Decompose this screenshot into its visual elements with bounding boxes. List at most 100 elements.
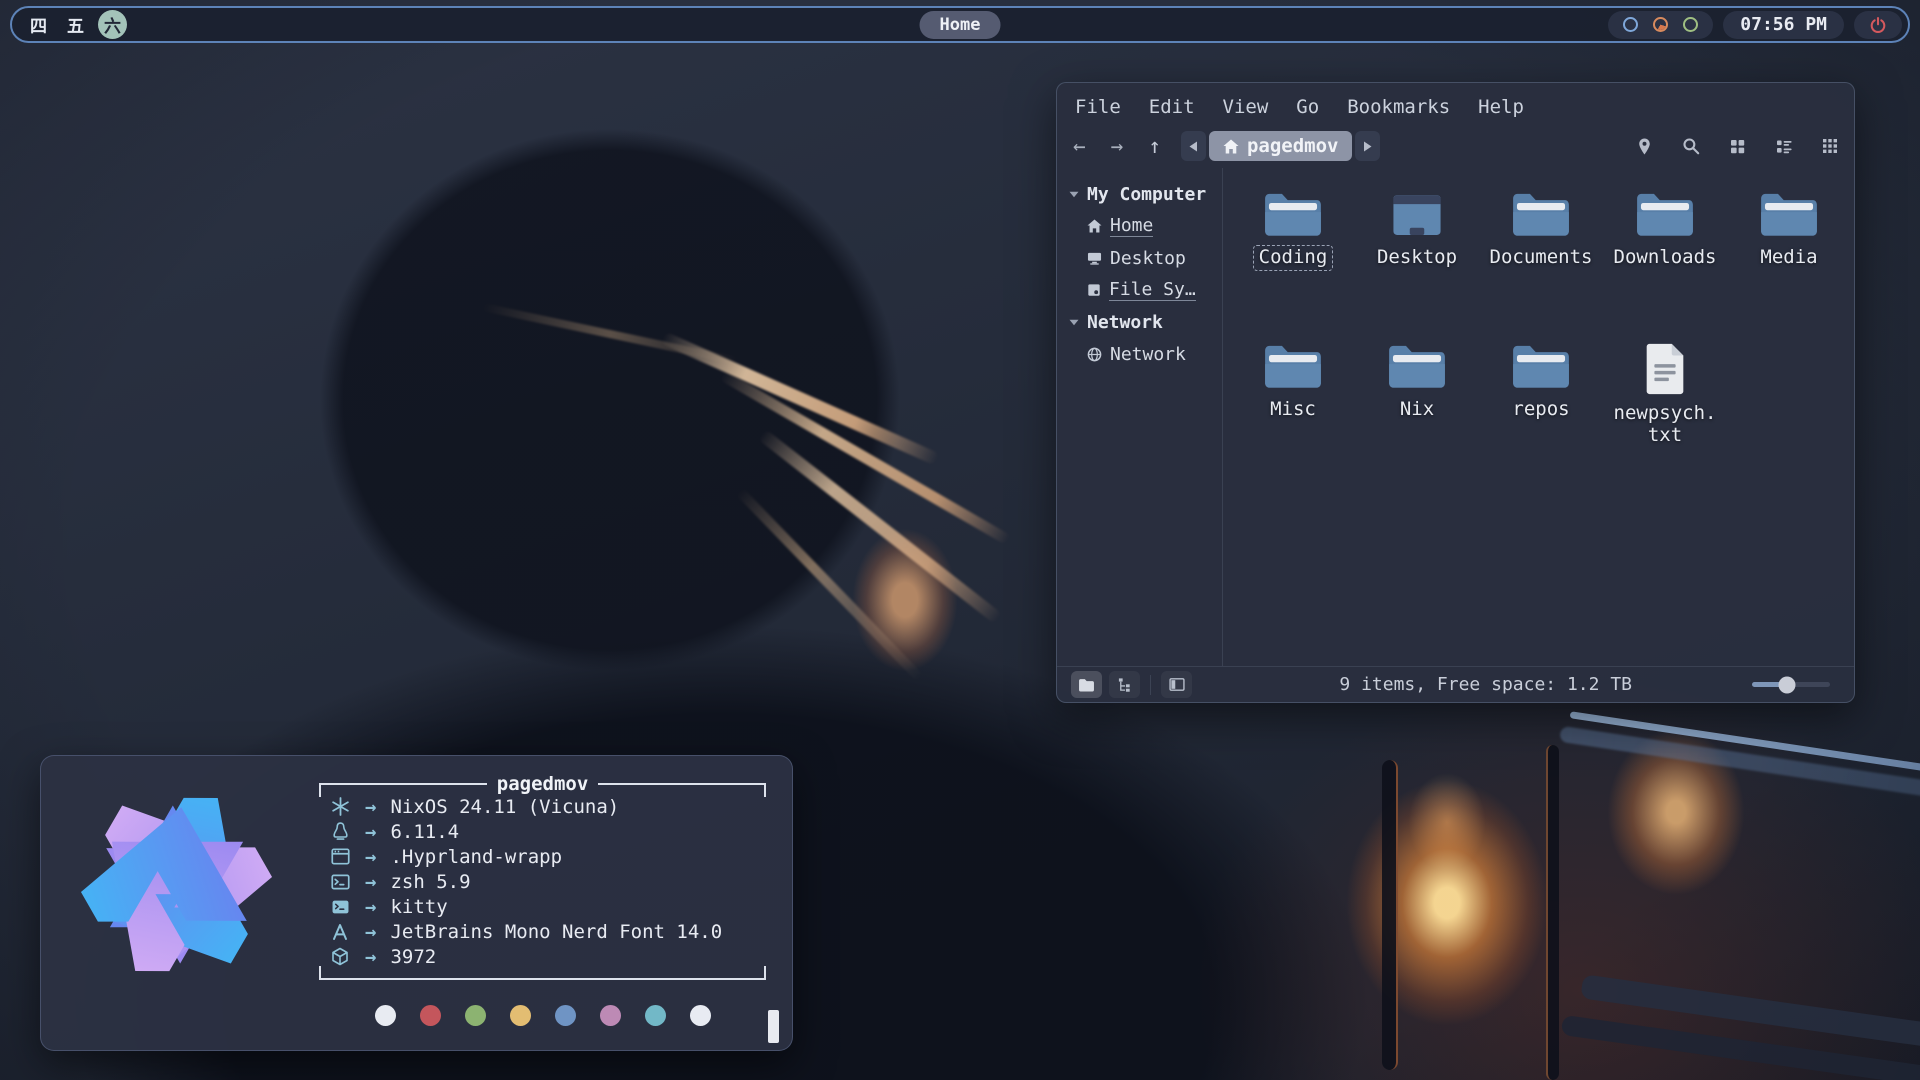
file-label: Desktop [1371, 245, 1463, 271]
breadcrumb-label: pagedmov [1247, 135, 1339, 157]
side-pane-toggle-button[interactable] [1161, 671, 1192, 698]
sidebar-item-network[interactable]: Network [1069, 338, 1222, 370]
forward-button[interactable]: → [1111, 134, 1124, 158]
file-item-downloads[interactable]: Downloads [1608, 190, 1723, 342]
fetch-row-shell: → zsh 5.9 [319, 869, 766, 894]
file-label: Documents [1484, 245, 1599, 271]
sidebar-item-home[interactable]: Home [1069, 210, 1222, 242]
menu-file[interactable]: File [1075, 96, 1121, 118]
active-window-title: Home [920, 11, 1001, 39]
folder-icon [1262, 190, 1324, 240]
fetch-frame-bottom [319, 969, 766, 989]
status-bar-fm: 9 items, Free space: 1.2 TB [1057, 666, 1854, 702]
terminal-color-palette [375, 1005, 766, 1026]
fetch-row-packages: → 3972 [319, 944, 766, 969]
palette-dot [690, 1005, 711, 1026]
terminal-app-icon [329, 900, 351, 914]
divider [1150, 675, 1151, 695]
zoom-slider-knob[interactable] [1779, 676, 1796, 693]
search-icon[interactable] [1682, 137, 1700, 155]
file-label: Misc [1264, 397, 1322, 423]
file-label: Coding [1253, 245, 1334, 271]
menu-go[interactable]: Go [1296, 96, 1319, 118]
palette-dot [465, 1005, 486, 1026]
chevron-down-icon [1069, 319, 1079, 326]
file-item-misc[interactable]: Misc [1262, 342, 1324, 494]
fetch-value-terminal: kitty [390, 896, 447, 918]
file-item-coding[interactable]: Coding [1253, 190, 1334, 342]
workspace-4[interactable]: 四 [24, 10, 53, 39]
icon-view-icon[interactable] [1729, 138, 1746, 155]
file-manager-window: File Edit View Go Bookmarks Help ← → ↑ p… [1056, 82, 1855, 703]
home-icon [1087, 219, 1102, 233]
memory-monitor-icon [1653, 17, 1668, 32]
folder-icon [1262, 342, 1324, 392]
workspace-switcher: 四 五 六 [24, 10, 127, 39]
breadcrumb: pagedmov [1181, 131, 1381, 161]
power-icon [1869, 16, 1887, 34]
chevron-right-icon [1363, 141, 1372, 152]
folder-icon [1078, 678, 1095, 692]
sidebar-item-desktop[interactable]: Desktop [1069, 242, 1222, 274]
palette-dot [420, 1005, 441, 1026]
tree-icon [1117, 677, 1133, 692]
frame-corner [319, 966, 321, 980]
breadcrumb-next-button[interactable] [1355, 131, 1380, 161]
file-label: repos [1506, 397, 1575, 423]
tree-view-toggle-button[interactable] [1109, 671, 1140, 698]
breadcrumb-home-segment[interactable]: pagedmov [1209, 131, 1353, 161]
sidebar-section-network[interactable]: Network [1069, 306, 1222, 338]
arrow-icon: → [365, 921, 376, 943]
sidebar-section-my-computer[interactable]: My Computer [1069, 178, 1222, 210]
list-view-icon[interactable] [1775, 138, 1793, 155]
sidebar-item-label: Home [1110, 215, 1153, 237]
file-grid: Coding Desktop Documents Downloads Media [1223, 168, 1854, 666]
power-button[interactable] [1854, 11, 1902, 39]
file-item-media[interactable]: Media [1754, 190, 1823, 342]
menu-bookmarks[interactable]: Bookmarks [1347, 96, 1450, 118]
terminal-cursor [768, 1010, 779, 1043]
frame-line [321, 783, 487, 785]
file-item-nix[interactable]: Nix [1386, 342, 1448, 494]
fetch-value-os: NixOS 24.11 (Vicuna) [390, 796, 619, 818]
menu-edit[interactable]: Edit [1149, 96, 1195, 118]
file-item-desktop[interactable]: Desktop [1371, 190, 1463, 342]
folder-icon [1634, 190, 1696, 240]
places-sidebar: My Computer Home Desktop File Sy… Networ… [1057, 168, 1223, 666]
terminal-window[interactable]: pagedmov → NixOS 24.11 (Vicuna) → 6.11.4… [40, 755, 793, 1051]
file-label: Media [1754, 245, 1823, 271]
sidebar-item-filesystem[interactable]: File Sy… [1069, 274, 1222, 306]
back-button[interactable]: ← [1073, 134, 1086, 158]
nixos-logo [74, 782, 279, 987]
menu-help[interactable]: Help [1478, 96, 1524, 118]
workspace-5[interactable]: 五 [61, 10, 90, 39]
breadcrumb-prev-button[interactable] [1181, 131, 1206, 161]
workspace-6-active[interactable]: 六 [98, 10, 127, 39]
menu-bar: File Edit View Go Bookmarks Help [1057, 83, 1854, 124]
location-pin-icon[interactable] [1636, 137, 1653, 156]
icon-view-toggle-button[interactable] [1071, 671, 1102, 698]
fetch-row-font: → JetBrains Mono Nerd Font 14.0 [319, 919, 766, 944]
lantern-pillar [1546, 745, 1559, 1080]
frame-corner [764, 783, 766, 797]
palette-dot [645, 1005, 666, 1026]
shell-prompt-icon [329, 874, 351, 890]
home-icon [1223, 139, 1239, 154]
zoom-slider[interactable] [1752, 682, 1830, 687]
hair-highlight [758, 429, 1002, 624]
arrow-icon: → [365, 946, 376, 968]
up-button[interactable]: ↑ [1148, 134, 1161, 158]
arrow-icon: → [365, 846, 376, 868]
cpu-monitor-icon [1623, 17, 1638, 32]
status-text: 9 items, Free space: 1.2 TB [1339, 674, 1632, 695]
file-item-repos[interactable]: repos [1506, 342, 1575, 494]
clock: 07:56 PM [1723, 11, 1844, 39]
nixos-snowflake-icon [329, 797, 351, 816]
chevron-down-icon [1069, 191, 1079, 198]
file-label: newpsych. txt [1608, 401, 1723, 449]
window-manager-icon [329, 848, 351, 865]
compact-view-icon[interactable] [1822, 138, 1838, 154]
file-item-newpsych-txt[interactable]: newpsych. txt [1608, 342, 1723, 494]
file-item-documents[interactable]: Documents [1484, 190, 1599, 342]
menu-view[interactable]: View [1223, 96, 1269, 118]
